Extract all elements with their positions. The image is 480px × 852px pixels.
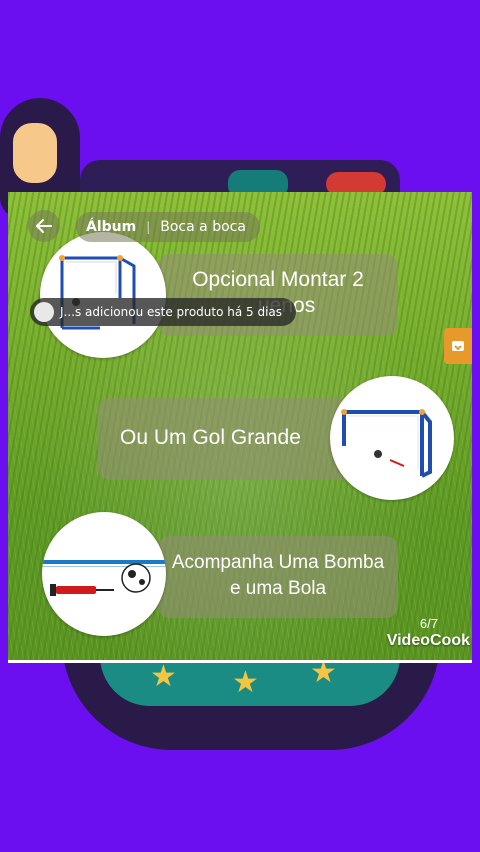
pump-and-ball-icon [42,560,166,596]
watermark-logo: VideoCook [386,632,470,649]
slide-text-panel-3: Acompanha Uma Bomba e uma Bola [158,536,398,618]
star-icon: ★ [150,659,177,694]
avatar [34,302,54,322]
activity-toast: J...s adicionou este produto há 5 dias [30,298,296,326]
pump-and-ball-image [42,512,166,636]
large-goal-icon [341,409,432,478]
large-goal-image [330,376,454,500]
slide-counter: 6/7 [419,616,438,631]
small-goal-icon [59,255,136,330]
slide-1-line1: Opcional Montar 2 [192,268,364,291]
star-icon: ★ [232,665,259,700]
share-icon [452,341,464,351]
small-goal-image [40,232,166,358]
tab-separator: | [146,220,151,234]
back-arrow-icon [36,219,52,233]
share-side-button[interactable] [444,328,472,364]
media-card[interactable]: Opcional Montar 2 uenos J...s adicionou … [8,192,472,663]
background-mascot-eye [8,118,62,188]
slide-text-panel-2: Ou Um Gol Grande [98,398,360,480]
slide-2-line1: Ou Um Gol Grande [120,426,301,449]
slide-3-line1: Acompanha Uma Bomba [171,552,385,573]
slide-3-line2: e uma Bola [229,578,327,599]
tab-album[interactable]: Álbum [86,219,136,235]
toast-text: J...s adicionou este produto há 5 dias [60,305,283,319]
tab-boca-a-boca[interactable]: Boca a boca [160,219,246,235]
album-tabs: Álbum | Boca a boca [76,212,260,242]
back-button[interactable] [28,210,60,242]
